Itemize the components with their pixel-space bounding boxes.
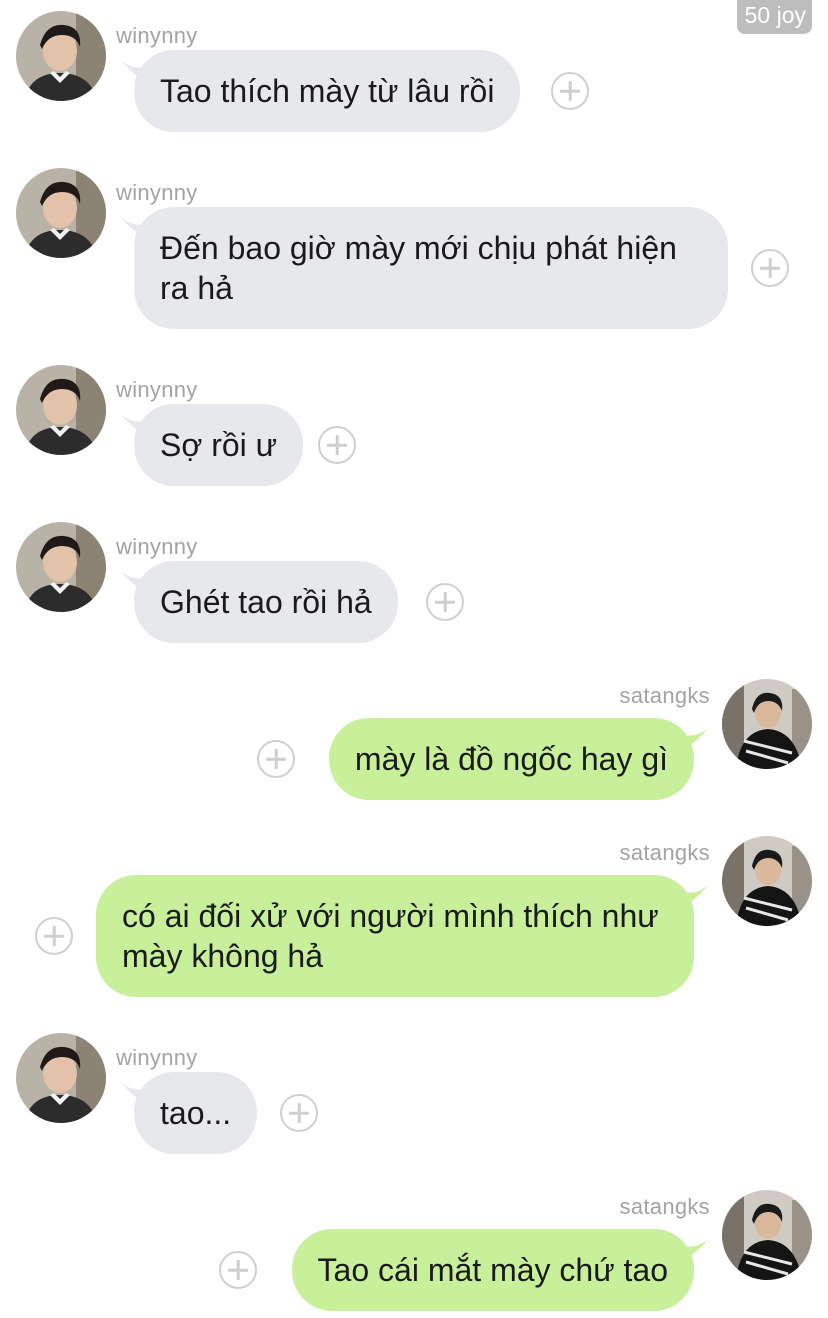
avatar-satangks-icon [722, 836, 812, 926]
sender-name: satangks [619, 840, 710, 865]
avatar[interactable] [16, 522, 106, 612]
plus-circle-icon[interactable] [257, 740, 295, 778]
sender-name: satangks [619, 1194, 710, 1219]
plus-circle-icon[interactable] [35, 917, 73, 955]
message-row: winynny Đến bao giờ mày mới chịu phát hi… [0, 168, 828, 338]
message-bubble[interactable]: Tao thích mày từ lâu rồi [134, 50, 521, 132]
avatar[interactable] [16, 1033, 106, 1123]
avatar-winynny-icon [16, 168, 106, 258]
sender-name: winynny [116, 180, 198, 205]
avatar-winynny-icon [16, 365, 106, 455]
message-bubble[interactable]: Tao cái mắt mày chứ tao [291, 1229, 694, 1311]
sender-name: winynny [116, 1045, 198, 1070]
avatar-satangks-icon [722, 1190, 812, 1280]
plus-circle-icon[interactable] [426, 583, 464, 621]
message-row: winynny Tao thích mày từ lâu rồi [0, 11, 828, 141]
sender-name: winynny [116, 23, 198, 48]
message-bubble[interactable]: Sợ rồi ư [134, 404, 304, 486]
plus-circle-icon[interactable] [751, 249, 789, 287]
message-bubble[interactable]: tao... [134, 1072, 258, 1154]
avatar-winynny-icon [16, 1033, 106, 1123]
avatar-winynny-icon [16, 11, 106, 101]
avatar[interactable] [722, 836, 812, 926]
plus-circle-icon[interactable] [219, 1251, 257, 1289]
message-bubble[interactable]: Đến bao giờ mày mới chịu phát hiện ra hả [134, 207, 728, 329]
plus-circle-icon[interactable] [318, 426, 356, 464]
plus-circle-icon[interactable] [280, 1094, 318, 1132]
avatar[interactable] [16, 168, 106, 258]
sender-name: satangks [619, 683, 710, 708]
sender-name: winynny [116, 534, 198, 559]
avatar[interactable] [16, 11, 106, 101]
avatar[interactable] [16, 365, 106, 455]
message-row: winynny Ghét tao rồi hả [0, 522, 828, 652]
avatar-satangks-icon [722, 679, 812, 769]
avatar-winynny-icon [16, 522, 106, 612]
message-row: winynny tao... [0, 1033, 828, 1163]
message-bubble[interactable]: mày là đồ ngốc hay gì [328, 718, 694, 800]
message-row: winynny Sợ rồi ư [0, 365, 828, 495]
avatar[interactable] [722, 1190, 812, 1280]
message-row: satangks mày là đồ ngốc hay gì [0, 679, 828, 809]
message-bubble[interactable]: Ghét tao rồi hả [134, 561, 398, 643]
avatar[interactable] [722, 679, 812, 769]
message-row: satangks Tao cái mắt mày chứ tao [0, 1190, 828, 1318]
message-row: satangks có ai đối xử với người mình thí… [0, 836, 828, 1006]
plus-circle-icon[interactable] [551, 72, 589, 110]
sender-name: winynny [116, 377, 198, 402]
message-bubble[interactable]: có ai đối xử với người mình thích như mà… [96, 875, 694, 997]
